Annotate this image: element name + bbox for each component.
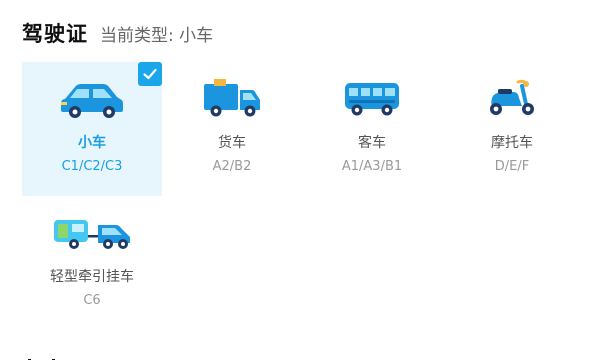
license-card-code: A1/A3/B1: [341, 159, 403, 174]
license-card-code: D/E/F: [494, 159, 530, 174]
license-card-name: 轻型牵引挂车: [50, 269, 134, 285]
license-card-code: C6: [83, 293, 101, 308]
license-card-name: 客车: [358, 135, 386, 151]
next-section-heading-partial: [22, 352, 82, 360]
trailer-truck-icon: [22, 210, 162, 256]
license-card-code: A2/B2: [212, 159, 252, 174]
license-card-name: 小车: [78, 135, 106, 151]
license-card-bus[interactable]: 客车 A1/A3/B1: [302, 62, 442, 196]
truck-icon: [162, 76, 302, 122]
license-card-name: 摩托车: [491, 135, 533, 151]
license-card-name: 货车: [218, 135, 246, 151]
bus-icon: [302, 76, 442, 122]
license-card-truck[interactable]: 货车 A2/B2: [162, 62, 302, 196]
license-card-light-trailer[interactable]: 轻型牵引挂车 C6: [22, 196, 162, 330]
license-card-code: C1/C2/C3: [61, 159, 123, 174]
license-card-car[interactable]: 小车 C1/C2/C3: [22, 62, 162, 196]
selected-check-icon: [138, 62, 162, 86]
license-type-page: 驾驶证 当前类型: 小车 小车 C1/C2/C3 货车 A2/B2 客车 A1/…: [0, 0, 600, 360]
page-title: 驾驶证: [22, 22, 88, 46]
license-type-grid: 小车 C1/C2/C3 货车 A2/B2 客车 A1/A3/B1 摩托车 D/E…: [22, 62, 582, 322]
scooter-icon: [442, 76, 582, 122]
license-card-motorcycle[interactable]: 摩托车 D/E/F: [442, 62, 582, 196]
current-type-label: 当前类型: 小车: [100, 26, 214, 46]
header: 驾驶证 当前类型: 小车: [22, 18, 213, 48]
